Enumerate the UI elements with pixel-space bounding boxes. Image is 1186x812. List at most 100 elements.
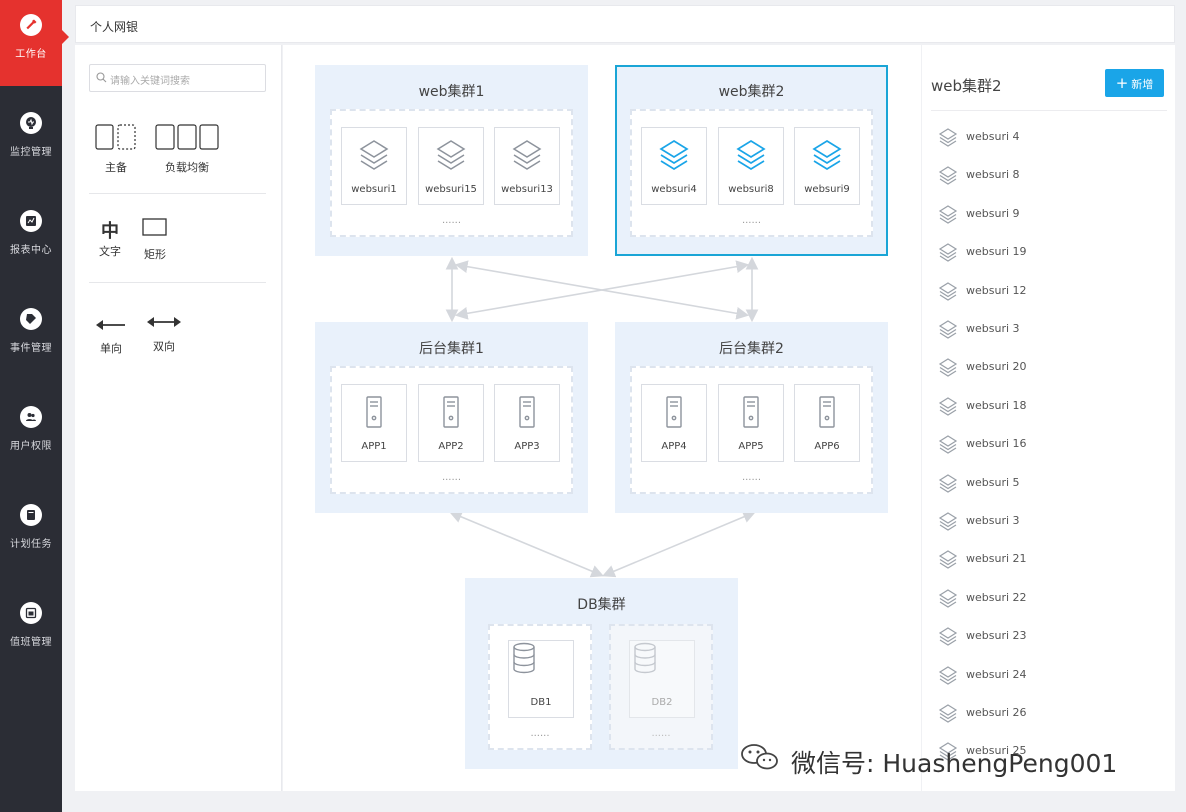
connector-app1-db	[449, 510, 604, 578]
cluster-web1[interactable]: web集群1 websuri1 websuri15 websuri13 ....…	[315, 65, 588, 256]
nav-item-duty[interactable]: 值班管理	[0, 588, 62, 674]
nav-item-workbench[interactable]: 工作台	[0, 0, 69, 86]
app-node[interactable]: APP4	[641, 384, 707, 462]
tool-two-way-arrow[interactable]: 双向	[146, 315, 182, 354]
app-node[interactable]: APP3	[494, 384, 560, 462]
server-node[interactable]: websuri9	[794, 127, 860, 205]
divider	[89, 193, 266, 194]
server-icon	[519, 396, 535, 428]
server-list-item-label: websuri 23	[966, 629, 1027, 643]
more-indicator: ......	[530, 728, 550, 739]
nav-item-events[interactable]: 事件管理	[0, 294, 62, 380]
node-label: APP4	[661, 441, 687, 452]
tool-label: 双向	[153, 340, 175, 353]
search-icon	[96, 72, 107, 83]
node-label: websuri15	[425, 184, 477, 195]
node-label: websuri13	[501, 184, 553, 195]
node-label: DB2	[651, 697, 673, 708]
header-bar: 个人网银	[75, 5, 1175, 43]
tool-text[interactable]: 中 文字	[97, 217, 123, 259]
add-button-label: 新增	[1131, 78, 1154, 91]
layers-icon	[938, 512, 958, 531]
server-node[interactable]: websuri8	[718, 127, 784, 205]
cluster-node-group: websuri1 websuri15 websuri13 ......	[330, 109, 573, 237]
text-tool-glyph: 中	[101, 221, 119, 242]
nav-label: 值班管理	[10, 637, 52, 648]
database-icon	[634, 642, 656, 674]
layers-icon	[938, 589, 958, 608]
server-node[interactable]: websuri13	[494, 127, 560, 205]
divider	[89, 282, 266, 283]
node-label: websuri4	[651, 184, 697, 195]
cluster-app1[interactable]: 后台集群1 APP1 APP2 APP3 ......	[315, 322, 588, 513]
app-node[interactable]: APP2	[418, 384, 484, 462]
server-icon	[666, 396, 682, 428]
layers-icon	[436, 140, 466, 170]
tool-label: 负载均衡	[165, 161, 209, 174]
cluster-title: 后台集群2	[719, 341, 784, 357]
server-node[interactable]: websuri1	[341, 127, 407, 205]
db-node[interactable]: DB2	[629, 640, 695, 718]
server-list-item-label: websuri 18	[966, 398, 1027, 412]
app-node[interactable]: APP1	[341, 384, 407, 462]
tool-load-balance[interactable]: 负载均衡	[155, 124, 219, 175]
layers-icon	[512, 140, 542, 170]
divider	[931, 110, 1167, 111]
users-icon	[20, 406, 42, 428]
layers-icon	[938, 665, 958, 685]
cluster-web2[interactable]: web集群2 websuri4 websuri8 websuri9 ......	[615, 65, 888, 256]
more-indicator: ......	[651, 728, 671, 739]
app-node[interactable]: APP6	[794, 384, 860, 462]
cluster-app2[interactable]: 后台集群2 APP4 APP5 APP6 ......	[615, 322, 888, 513]
node-label: DB1	[530, 697, 552, 708]
nav-item-permissions[interactable]: 用户权限	[0, 392, 62, 478]
nav-item-monitoring[interactable]: 监控管理	[0, 98, 62, 184]
server-icon	[366, 396, 382, 428]
server-list-item-label: websuri 20	[966, 360, 1027, 374]
plus-icon: +	[1115, 74, 1129, 92]
server-icon	[819, 396, 835, 428]
node-label: APP1	[361, 441, 387, 452]
nav-item-reports[interactable]: 报表中心	[0, 196, 62, 282]
layers-icon	[938, 704, 958, 723]
report-icon	[20, 210, 42, 232]
wrench-icon	[20, 14, 42, 36]
search-placeholder: 请输入关键词搜索	[110, 76, 190, 87]
server-list-item-label: websuri 3	[966, 322, 1020, 335]
layers-icon	[938, 320, 958, 339]
watermark-text: 微信号: HuashengPeng001	[791, 749, 1118, 778]
more-indicator: ......	[441, 472, 462, 483]
wechat-logo-icon	[741, 744, 778, 770]
search-input[interactable]: 请输入关键词搜索	[89, 64, 266, 92]
app-node[interactable]: APP5	[718, 384, 784, 462]
app-root: 工作台 监控管理 报表中心 事件管理 用户权限 计划任务 值班管理 个人网银 请…	[0, 0, 1186, 812]
nav-item-tasks[interactable]: 计划任务	[0, 490, 62, 576]
cluster-db[interactable]: DB集群 DB1 ...... DB2 ......	[465, 578, 738, 769]
server-icon	[443, 396, 459, 428]
layers-icon	[938, 473, 958, 493]
more-indicator: ......	[741, 472, 762, 483]
layers-icon	[938, 205, 958, 224]
server-list-item-label: websuri 22	[966, 590, 1027, 604]
tool-rectangle[interactable]: 矩形	[142, 217, 168, 262]
add-button[interactable]: + 新增	[1105, 69, 1164, 97]
server-node[interactable]: websuri4	[641, 127, 707, 205]
db-backup-group: DB2 ......	[609, 624, 713, 750]
layers-icon	[938, 128, 958, 147]
server-node[interactable]: websuri15	[418, 127, 484, 205]
layers-icon	[938, 627, 958, 646]
server-list-item-label: websuri 24	[966, 667, 1027, 681]
more-indicator: ......	[441, 215, 462, 226]
db-primary-group: DB1 ......	[488, 624, 592, 750]
db-node[interactable]: DB1	[508, 640, 574, 718]
arrow-left-icon	[96, 320, 125, 330]
tool-one-way-arrow[interactable]: 单向	[95, 317, 127, 356]
tool-primary-backup[interactable]: 主备	[95, 124, 137, 175]
layers-icon	[938, 358, 958, 378]
node-label: APP3	[514, 441, 540, 452]
cluster-node-group: websuri4 websuri8 websuri9 ......	[630, 109, 873, 237]
layers-icon	[659, 140, 689, 170]
topology-canvas[interactable]: web集群1 websuri1 websuri15 websuri13 ....…	[283, 45, 921, 791]
connector-web1-app2	[454, 260, 750, 320]
server-list-item-label: websuri 16	[966, 437, 1027, 451]
